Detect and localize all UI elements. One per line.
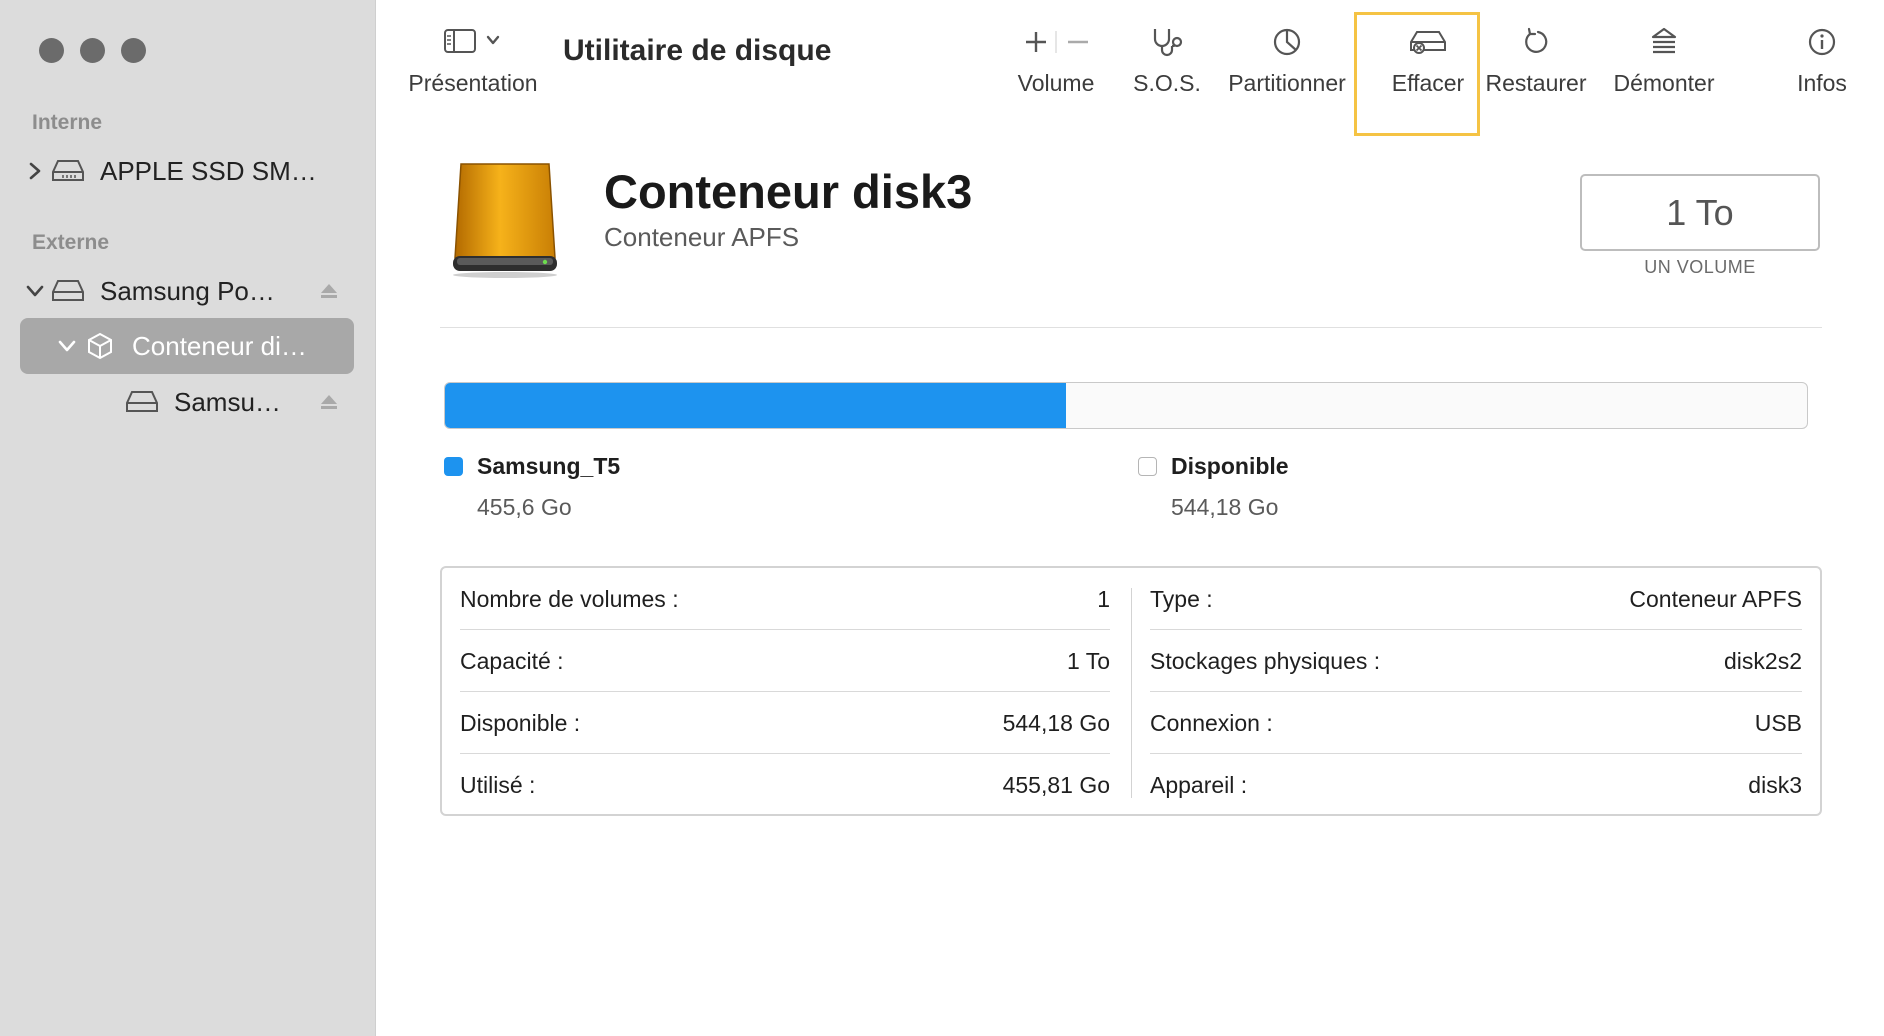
erase-button-highlight — [1354, 12, 1480, 136]
info-value: disk2s2 — [1724, 647, 1802, 674]
legend-available-value: 544,18 Go — [1171, 494, 1279, 520]
sidebar-item-label: Samsung Po… — [100, 275, 275, 306]
legend-swatch-used — [444, 457, 463, 476]
restore-button[interactable]: Restaurer — [1480, 22, 1592, 97]
info-value: Conteneur APFS — [1629, 585, 1802, 612]
sidebar-item-apple-ssd[interactable]: APPLE SSD SM… — [20, 143, 354, 199]
info-row: Disponible : 544,18 Go — [460, 692, 1110, 754]
info-label: Type : — [1150, 585, 1213, 612]
info-button[interactable]: Infos — [1782, 22, 1862, 97]
sidebar-item-label: Samsu… — [174, 386, 281, 417]
info-value: 455,81 Go — [1002, 771, 1110, 798]
info-label: Stockages physiques : — [1150, 647, 1381, 674]
restore-label: Restaurer — [1485, 70, 1587, 96]
sidebar-item-label: Conteneur di… — [132, 330, 307, 361]
first-aid-button[interactable]: S.O.S. — [1127, 22, 1207, 97]
presentation-button[interactable]: Présentation — [408, 22, 538, 97]
sidebar-item-samsung-volume[interactable]: Samsu… — [124, 374, 354, 430]
info-label: Utilisé : — [460, 771, 536, 798]
sidebar-section-internal: Interne — [32, 111, 103, 134]
info-label: Connexion : — [1150, 709, 1273, 736]
capacity-box: 1 To — [1580, 174, 1820, 251]
external-disk-icon — [50, 278, 86, 304]
info-row: Stockages physiques : disk2s2 — [1150, 630, 1802, 692]
info-value: USB — [1754, 709, 1802, 736]
info-value: 544,18 Go — [1002, 709, 1110, 736]
info-label: Appareil : — [1150, 771, 1248, 798]
volume-disk-icon — [124, 389, 160, 415]
restore-arrow-icon — [1520, 22, 1552, 62]
sidebar-toggle-icon — [442, 22, 504, 62]
info-table: Nombre de volumes : 1 Capacité : 1 To Di… — [440, 566, 1822, 816]
info-right-column: Type : Conteneur APFS Stockages physique… — [1150, 568, 1802, 814]
usage-bar-used-segment — [445, 383, 1066, 428]
stethoscope-icon — [1149, 22, 1185, 62]
presentation-label: Présentation — [408, 70, 538, 96]
sidebar-section-external: Externe — [32, 231, 110, 254]
add-remove-volume-icons — [1016, 22, 1096, 62]
volume-label: Volume — [1017, 70, 1095, 96]
info-left-column: Nombre de volumes : 1 Capacité : 1 To Di… — [460, 568, 1110, 814]
sidebar-item-samsung-portable[interactable]: Samsung Po… — [20, 263, 354, 319]
disk-name: Conteneur disk3 — [604, 165, 973, 218]
legend-used-value: 455,6 Go — [477, 494, 572, 520]
info-label: Disponible : — [460, 709, 581, 736]
chevron-right-icon[interactable] — [20, 161, 50, 181]
info-column-divider — [1131, 588, 1132, 798]
chevron-down-icon[interactable] — [20, 284, 50, 298]
zoom-window-button[interactable] — [121, 38, 146, 63]
sidebar-item-label: APPLE SSD SM… — [100, 155, 317, 186]
info-icon — [1806, 22, 1838, 62]
chevron-down-icon[interactable] — [52, 339, 82, 353]
info-label: Capacité : — [460, 647, 564, 674]
usage-bar — [444, 382, 1808, 429]
minimize-window-button[interactable] — [80, 38, 105, 63]
volume-count-caption: UN VOLUME — [1644, 257, 1756, 277]
eject-icon[interactable] — [314, 393, 344, 411]
close-window-button[interactable] — [39, 38, 64, 63]
unmount-icon — [1648, 22, 1680, 62]
pie-chart-icon — [1271, 22, 1303, 62]
legend-swatch-available — [1138, 457, 1157, 476]
info-label: Nombre de volumes : — [460, 585, 679, 612]
sidebar: Interne APPLE SSD SM… Externe Samsung Po… — [0, 0, 376, 1036]
info-label: Infos — [1797, 70, 1847, 96]
info-value: disk3 — [1748, 771, 1802, 798]
legend-available: Disponible 544,18 Go — [1138, 453, 1289, 521]
unmount-label: Démonter — [1613, 70, 1715, 96]
disk-type: Conteneur APFS — [604, 222, 800, 252]
info-row: Utilisé : 455,81 Go — [460, 754, 1110, 816]
info-row: Connexion : USB — [1150, 692, 1802, 754]
partition-label: Partitionner — [1228, 70, 1346, 96]
external-drive-image — [447, 158, 563, 278]
info-row: Type : Conteneur APFS — [1150, 568, 1802, 630]
legend-used-name: Samsung_T5 — [477, 453, 621, 479]
window-controls — [39, 38, 146, 63]
sidebar-item-container-disk3[interactable]: Conteneur di… — [20, 318, 354, 374]
toolbar: Présentation Utilitaire de disque Volume… — [376, 0, 1884, 110]
container-icon — [82, 331, 118, 361]
info-row: Capacité : 1 To — [460, 630, 1110, 692]
legend-available-name: Disponible — [1171, 453, 1289, 479]
header-divider — [440, 327, 1822, 328]
legend-used: Samsung_T5 455,6 Go — [444, 453, 620, 521]
volume-button[interactable]: Volume — [1006, 22, 1106, 97]
info-value: 1 To — [1066, 647, 1110, 674]
partition-button[interactable]: Partitionner — [1222, 22, 1352, 97]
eject-icon[interactable] — [314, 282, 344, 300]
unmount-button[interactable]: Démonter — [1604, 22, 1724, 97]
info-row: Nombre de volumes : 1 — [460, 568, 1110, 630]
info-row: Appareil : disk3 — [1150, 754, 1802, 816]
info-value: 1 — [1097, 585, 1110, 612]
first-aid-label: S.O.S. — [1133, 70, 1201, 96]
window-title: Utilitaire de disque — [563, 34, 832, 67]
internal-disk-icon — [50, 158, 86, 184]
